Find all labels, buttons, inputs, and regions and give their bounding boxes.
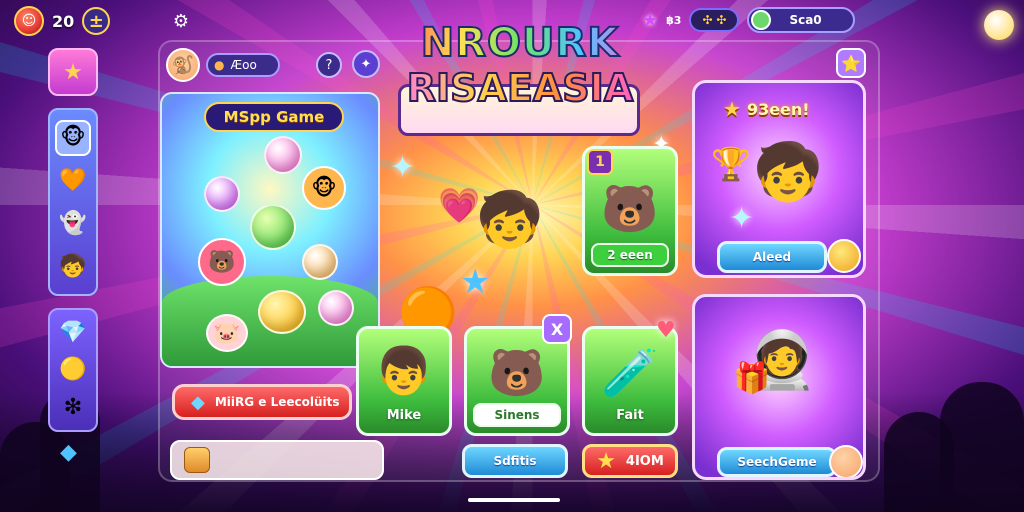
reward-card-title-text: 93een! [746, 99, 810, 119]
sidebar-item-character-1[interactable]: 🐵 [55, 119, 91, 156]
coin-count: 20 [52, 11, 75, 31]
close-badge[interactable]: X [542, 314, 572, 344]
gear-icon[interactable]: ⚙ [170, 10, 192, 32]
sidebar-panel-gems: 💎 🟡 ❇ [48, 308, 98, 432]
profile-name: Æoo [230, 58, 257, 72]
play-button-label: MiiRG e Leecolüits [214, 395, 340, 409]
add-coins-button[interactable]: ± [82, 7, 111, 35]
sidebar-bottom-gem-icon[interactable]: ◆ [60, 440, 77, 465]
search-label: Sca0 [789, 13, 822, 27]
search-game-button[interactable]: SeechGeme [717, 447, 837, 477]
heart-icon: ♥ [656, 318, 676, 343]
sidebar-star-icon: ★ [63, 59, 83, 85]
profile-bar: 🐒 ● Æoo [166, 48, 280, 82]
pig-character: 🐷 [206, 314, 248, 352]
sidebar-item-gem-purple[interactable]: 💎 [55, 315, 91, 351]
sidebar-panel-characters: 🐵 🧡 👻 🧒 [48, 108, 98, 296]
gold-coin-icon [827, 239, 861, 273]
coin-icon: ☺ [14, 6, 44, 36]
box-icon [184, 447, 210, 473]
aleed-button[interactable]: Aleed [717, 241, 827, 273]
sidebar-star-button[interactable]: ★ [48, 48, 98, 96]
top-right-text: ฿3 [666, 13, 682, 27]
menu-icon[interactable] [984, 10, 1014, 40]
donut-ring [258, 290, 306, 334]
sidebar-item-character-2[interactable]: 🧒 [55, 249, 91, 285]
gem-icon: ◆ [191, 391, 205, 413]
buy-button[interactable]: ★ 4IOM [582, 444, 678, 478]
question-icon[interactable]: ? [316, 52, 342, 78]
card-mike-label: Mike [386, 408, 422, 423]
star-badge-button[interactable]: ⭐ [836, 48, 866, 78]
star-icon: ★ [723, 97, 741, 121]
crystal-icon: ✦ [390, 150, 416, 185]
potion-icon: 🧪 [601, 345, 659, 400]
reward-card-title: ★ 93een! [723, 97, 810, 121]
game-panel[interactable]: MSpp Game 🐵 🐻 🐷 [160, 92, 380, 368]
card-top-badge: 1 [587, 149, 613, 175]
bubble-orange [302, 244, 338, 280]
game-title: MSpp Game [204, 102, 344, 132]
puzzle-icon[interactable]: ✦ [352, 50, 380, 78]
boy-card-character: 🧒 [753, 140, 823, 205]
bear-character: 🐻 [601, 181, 659, 236]
bubble-green [250, 204, 296, 250]
bubble-pink-2 [318, 290, 354, 326]
profile-pill[interactable]: ● Æoo [206, 53, 280, 77]
search-game-card[interactable]: 🧑‍🚀 🎁 SeechGeme [692, 294, 866, 480]
card-mike[interactable]: 👦 Mike [356, 326, 452, 436]
logo-line-1: NROURK [398, 19, 642, 67]
balloon-heart-icon: 💗 [438, 186, 481, 226]
bubble-pink [264, 136, 302, 174]
monkey-character: 🐵 [302, 166, 346, 210]
star-icon: ★ [596, 448, 616, 474]
gift-box-icon: 🎁 [733, 361, 771, 396]
buy-button-label: 4IOM [625, 453, 664, 469]
sdfitis-button[interactable]: Sdfitis [462, 444, 568, 478]
bubble-purple [204, 176, 240, 212]
pink-character: 🐻 [198, 238, 246, 286]
bear-gem-character: 🐻 [488, 345, 546, 400]
card-fait-label: Fait [616, 408, 644, 423]
home-indicator[interactable] [468, 498, 560, 502]
logo-line-2: RISAEASIA [398, 65, 642, 111]
sidebar-item-heart[interactable]: 🧡 [55, 163, 91, 199]
search-button[interactable]: Sca0 [747, 7, 856, 33]
chat-input[interactable] [170, 440, 384, 480]
crystal-icon: ✦ [729, 201, 755, 236]
card-top-label: 2 eeen [591, 243, 669, 267]
profile-coin-icon: ● [214, 58, 225, 72]
card-sinens-label: Sinens [473, 403, 561, 427]
top-right-bar: ★ ฿3 ✣ ✣ Sca0 [642, 7, 856, 33]
top-currency-bar: ☺ 20 ± [14, 6, 111, 36]
sidebar-item-ghost[interactable]: 👻 [55, 206, 91, 242]
sidebar-item-gem-green[interactable]: ❇ [55, 389, 91, 425]
search-dot-icon [751, 10, 772, 30]
player-avatar-icon[interactable] [829, 445, 863, 477]
boy-character: 👦 [375, 343, 433, 398]
sidebar-item-gem-yellow[interactable]: 🟡 [55, 352, 91, 388]
card-top[interactable]: 1 🐻 2 eeen [582, 146, 678, 276]
star-icon: ★ [642, 9, 659, 31]
blue-star-icon: ★ [460, 262, 491, 302]
play-button[interactable]: ◆ MiiRG e Leecolüits [172, 384, 352, 420]
settings-chip[interactable]: ✣ ✣ [689, 8, 740, 32]
reward-card[interactable]: ★ 93een! 🧒 🏆 ✦ Aleed [692, 80, 866, 278]
torch-icon: 🏆 [711, 145, 751, 183]
avatar[interactable]: 🐒 [166, 48, 200, 82]
hero-character: 🧒 [476, 188, 544, 251]
game-logo: NROURK RISAEASIA [398, 19, 642, 111]
